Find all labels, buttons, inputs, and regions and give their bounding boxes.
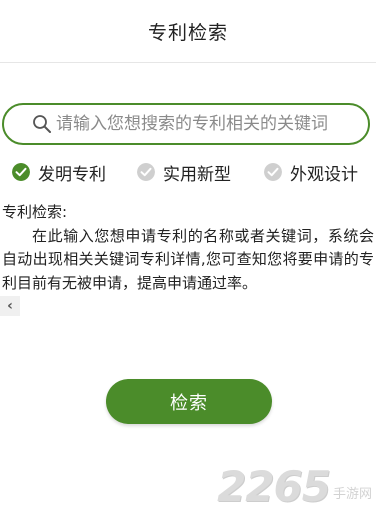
watermark-site: 手游网 <box>332 487 372 502</box>
search-icon <box>33 115 51 133</box>
type-option-label: 外观设计 <box>290 164 358 185</box>
check-circle-icon <box>264 163 282 181</box>
type-option-label: 发明专利 <box>38 164 106 185</box>
app-header: 专利检索 <box>0 0 376 62</box>
description-block: 专利检索: 在此输入您想申请专利的名称或者关键词，系统会自动出现相关关键词专利详… <box>2 201 374 295</box>
watermark-number: 2265 <box>217 462 331 511</box>
type-option-utility-model[interactable]: 实用新型 <box>137 158 231 186</box>
description-body: 在此输入您想申请专利的名称或者关键词，系统会自动出现相关关键词专利详情,您可查知… <box>2 226 374 292</box>
check-circle-icon <box>137 163 155 181</box>
type-option-label: 实用新型 <box>163 164 231 185</box>
page-title: 专利检索 <box>147 21 228 44</box>
search-button[interactable]: 检索 <box>106 379 272 424</box>
description-title: 专利检索: <box>2 203 68 221</box>
type-option-invention[interactable]: 发明专利 <box>12 158 106 186</box>
chevron-left-icon[interactable]: ‹ <box>0 296 20 316</box>
search-bar[interactable] <box>2 103 370 145</box>
type-option-design[interactable]: 外观设计 <box>264 158 358 186</box>
search-input[interactable] <box>56 114 368 134</box>
patent-type-selector: 发明专利 实用新型 外观设计 <box>0 158 376 186</box>
check-circle-icon <box>12 163 30 181</box>
header-divider <box>0 62 376 63</box>
watermark-logo: 2265 手游网 <box>217 466 372 508</box>
